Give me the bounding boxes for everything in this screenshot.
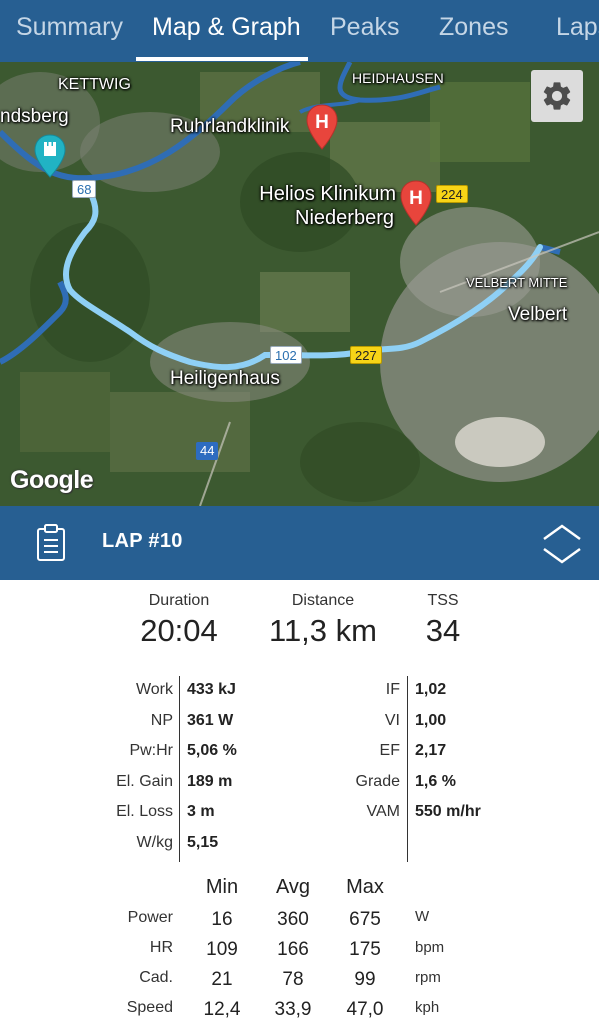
tss-value: 34 [425,613,461,648]
tab-bar: Summary Map & Graph Peaks Zones Laps [0,0,599,62]
map-pin-icon: H [306,104,338,150]
lap-toggle-button[interactable] [542,522,582,571]
map-label-velbert: Velbert [508,304,568,325]
stat-label: Work [135,681,173,698]
duration-label: Duration [148,592,210,609]
map-label-ruhrlandklinik: Ruhrlandklinik [170,116,290,137]
stat-row: Pw:Hr 5,06 % EF 2,17 [0,736,599,766]
stat-row: El. Loss 3 m VAM 550 m/hr [0,797,599,827]
stat-value: 1,00 [415,712,447,729]
tab-zones[interactable]: Zones [439,0,508,62]
cadence-label: Cad. [139,969,173,986]
speed-max: 47,0 [346,999,384,1020]
map-label-velbert-mitte: VELBERT MITTE [466,275,568,290]
power-max: 675 [349,909,381,930]
hospital-pin-helios[interactable]: H [400,180,432,231]
power-min: 16 [211,909,233,930]
stat-value: 433 kJ [187,681,236,698]
lap-title: LAP #10 [102,530,183,552]
stat-value: 2,17 [415,742,447,759]
stat-value: 5,06 % [187,742,237,759]
hr-max: 175 [349,939,381,960]
hr-label: HR [149,939,173,956]
stat-value: 550 m/hr [415,803,481,820]
speed-avg: 33,9 [274,999,312,1020]
cadence-avg: 78 [282,969,304,990]
castle-pin-icon [34,134,66,178]
road-badge-44: 44 [196,442,219,460]
hospital-pin-ruhrlandklinik[interactable]: H [306,104,338,155]
tss-summary: TSS 34 [408,592,478,649]
hr-min: 109 [206,939,238,960]
cadence-unit: rpm [415,969,441,986]
cadence-max: 99 [354,969,376,990]
road-badge-227: 227 [350,346,382,364]
stat-label: IF [385,681,400,698]
stat-label: El. Gain [116,773,173,790]
stat-label: EF [379,742,400,759]
distance-value: 11,3 km [269,613,377,648]
stat-value: 5,15 [187,834,219,851]
route-map[interactable]: KETTWIG HEIDHAUSEN ndsberg Ruhrlandklini… [0,62,599,506]
stat-value: 189 m [187,773,233,790]
stat-value: 361 W [187,712,234,729]
landmark-pin[interactable] [34,134,66,183]
stat-value: 3 m [187,803,215,820]
google-attribution: Google [10,466,94,494]
stat-label: El. Loss [116,803,173,820]
gear-icon [543,82,571,110]
stat-row: Work 433 kJ IF 1,02 [0,675,599,705]
stat-row: NP 361 W VI 1,00 [0,706,599,736]
map-label-helios-1: Helios Klinikum [259,183,396,205]
tss-label: TSS [427,592,459,609]
max-header: Max [346,876,384,898]
power-label: Power [127,909,173,926]
min-header: Min [205,876,239,898]
stat-label: NP [150,712,173,729]
hr-unit: bpm [415,939,445,956]
stat-label: Grade [355,773,400,790]
map-label-helios-2: Niederberg [295,207,394,229]
tab-laps[interactable]: Laps [556,0,599,62]
map-label-landsberg: ndsberg [0,106,69,127]
chevron-up-down-icon [543,524,581,564]
map-settings-button[interactable] [531,70,583,122]
avg-header: Avg [275,876,311,898]
clipboard-icon[interactable] [36,524,66,567]
active-tab-indicator [136,57,308,61]
stat-label: VAM [366,803,400,820]
map-label-heiligenhaus: Heiligenhaus [170,368,280,389]
map-label-kettwig: KETTWIG [58,76,131,93]
power-unit: W [415,908,430,925]
tab-summary[interactable]: Summary [16,0,123,62]
hospital-pin-letter: H [315,112,329,133]
map-label-heidhausen: HEIDHAUSEN [352,70,444,86]
cadence-min: 21 [211,969,233,990]
lap-header: LAP #10 [0,506,599,580]
distance-summary: Distance 11,3 km [252,592,394,649]
power-avg: 360 [277,909,309,930]
stat-label: Pw:Hr [129,742,173,759]
stat-row: El. Gain 189 m Grade 1,6 % [0,767,599,797]
distance-label: Distance [291,592,355,609]
speed-min: 12,4 [203,999,241,1020]
hr-avg: 166 [277,939,309,960]
tab-peaks[interactable]: Peaks [330,0,399,62]
road-badge-68: 68 [72,180,97,198]
stat-value: 1,6 % [415,773,456,790]
hospital-pin-letter: H [409,188,423,209]
map-pin-icon: H [400,180,432,226]
stat-row: W/kg 5,15 [0,828,599,858]
stat-value: 1,02 [415,681,447,698]
road-badge-224: 224 [436,185,468,203]
duration-summary: Duration 20:04 [118,592,240,649]
stat-label: VI [384,712,400,729]
tab-map-graph[interactable]: Map & Graph [152,0,301,62]
duration-value: 20:04 [140,613,218,648]
speed-unit: kph [415,999,440,1016]
speed-label: Speed [126,999,173,1016]
stat-label: W/kg [136,834,173,851]
road-badge-102: 102 [270,346,302,364]
